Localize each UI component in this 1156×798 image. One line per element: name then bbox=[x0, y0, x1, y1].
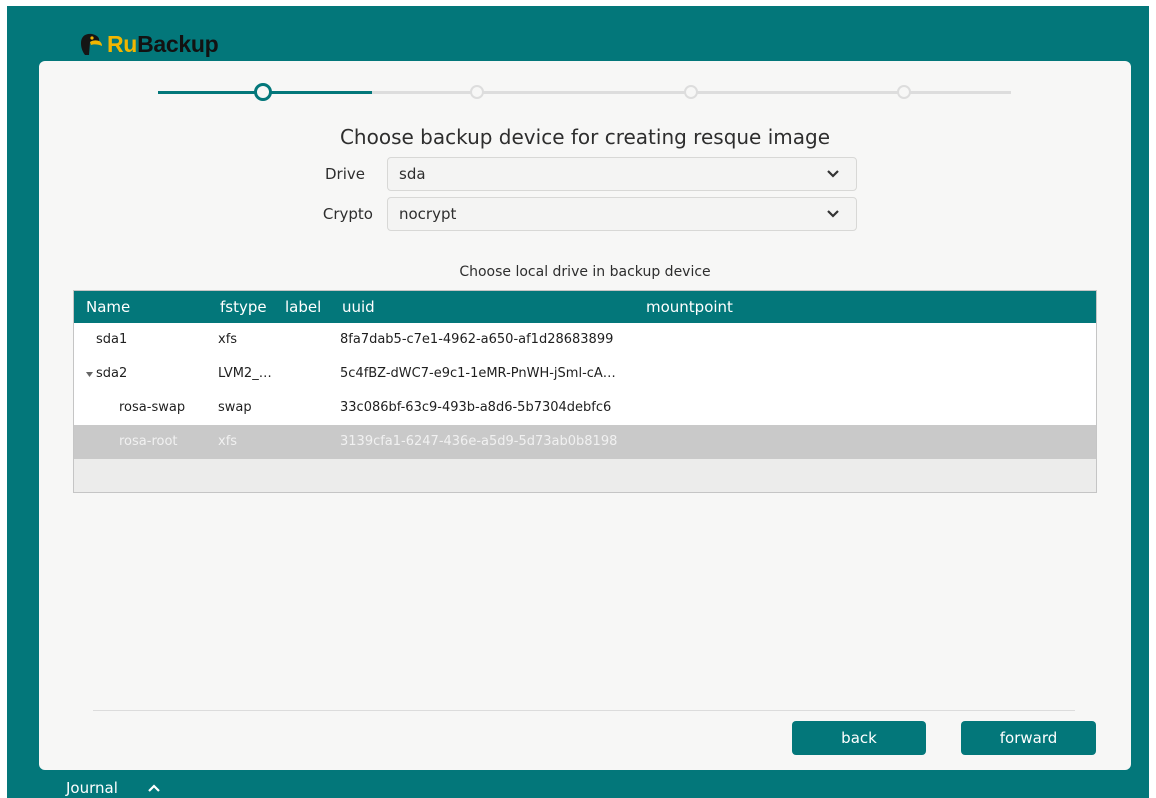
table-row[interactable]: rosa-swap swap 33c086bf-63c9-493b-a8d6-5… bbox=[74, 391, 1096, 425]
step-1-indicator bbox=[254, 83, 272, 101]
footer-divider bbox=[93, 710, 1075, 711]
cell-fstype: xfs bbox=[218, 434, 238, 449]
table-row[interactable]: sda1 xfs 8fa7dab5-c7e1-4962-a650-af1d286… bbox=[74, 323, 1096, 357]
crypto-select-value: nocrypt bbox=[399, 205, 457, 223]
cell-name: rosa-root bbox=[119, 434, 178, 449]
cell-fstype: LVM2_… bbox=[218, 366, 272, 381]
step-4-indicator bbox=[897, 85, 911, 99]
column-header-fstype[interactable]: fstype bbox=[220, 291, 267, 323]
drive-select-value: sda bbox=[399, 165, 426, 183]
rubackup-logo: Ru Backup bbox=[77, 28, 219, 60]
cell-uuid: 33c086bf-63c9-493b-a8d6-5b7304debfc6 bbox=[340, 400, 612, 415]
cell-name: sda2 bbox=[96, 366, 128, 381]
crypto-select[interactable]: nocrypt bbox=[387, 197, 857, 231]
back-button[interactable]: back bbox=[792, 721, 926, 755]
toucan-logo-icon bbox=[81, 33, 102, 55]
step-2-indicator bbox=[470, 85, 484, 99]
drive-label: Drive bbox=[325, 165, 365, 183]
app-window: Ru Backup Choose backup device for creati… bbox=[7, 6, 1149, 798]
chevron-down-icon bbox=[827, 210, 839, 218]
wizard-panel: Choose backup device for creating resque… bbox=[39, 61, 1131, 770]
chevron-down-icon bbox=[827, 170, 839, 178]
journal-toggle[interactable]: Journal bbox=[66, 779, 160, 797]
logo-text-backup: Backup bbox=[137, 30, 219, 57]
column-header-name[interactable]: Name bbox=[86, 291, 130, 323]
logo-text-ru: Ru bbox=[107, 30, 138, 57]
cell-uuid: 3139cfa1-6247-436e-a5d9-5d73ab0b8198 bbox=[340, 434, 618, 449]
cell-uuid: 5c4fBZ-dWC7-e9c1-1eMR-PnWH-jSml-cA… bbox=[340, 366, 616, 381]
drive-list-subtitle: Choose local drive in backup device bbox=[459, 264, 711, 280]
partition-table: Name fstype label uuid mountpoint sda1 x… bbox=[73, 290, 1097, 493]
table-header: Name fstype label uuid mountpoint bbox=[74, 291, 1096, 323]
column-header-uuid[interactable]: uuid bbox=[342, 291, 375, 323]
expand-arrow-icon[interactable] bbox=[86, 372, 93, 377]
table-row-selected[interactable]: rosa-root xfs 3139cfa1-6247-436e-a5d9-5d… bbox=[74, 425, 1096, 459]
table-body: sda1 xfs 8fa7dab5-c7e1-4962-a650-af1d286… bbox=[74, 323, 1096, 459]
cell-uuid: 8fa7dab5-c7e1-4962-a650-af1d28683899 bbox=[340, 332, 614, 347]
drive-select[interactable]: sda bbox=[387, 157, 857, 191]
crypto-label: Crypto bbox=[322, 205, 373, 223]
cell-fstype: swap bbox=[218, 400, 252, 415]
cell-name: rosa-swap bbox=[119, 400, 186, 415]
column-header-mountpoint[interactable]: mountpoint bbox=[646, 291, 733, 323]
column-header-label[interactable]: label bbox=[285, 291, 321, 323]
forward-button[interactable]: forward bbox=[961, 721, 1096, 755]
journal-label: Journal bbox=[66, 779, 118, 797]
table-row[interactable]: sda2 LVM2_… 5c4fBZ-dWC7-e9c1-1eMR-PnWH-j… bbox=[74, 357, 1096, 391]
cell-name: sda1 bbox=[96, 332, 128, 347]
step-3-indicator bbox=[684, 85, 698, 99]
chevron-up-icon bbox=[148, 784, 160, 792]
page-title: Choose backup device for creating resque… bbox=[339, 125, 831, 149]
cell-fstype: xfs bbox=[218, 332, 238, 347]
